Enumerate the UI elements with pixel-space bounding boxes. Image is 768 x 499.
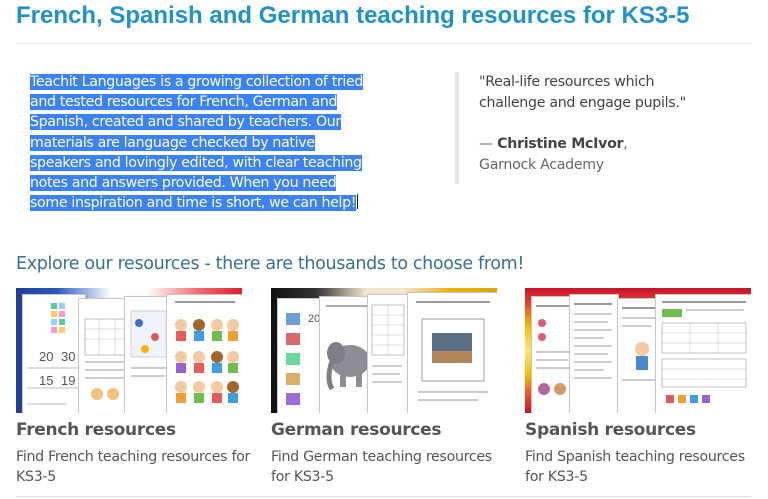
text-worksheet-graphic bbox=[574, 303, 612, 379]
worksheet-4 bbox=[407, 292, 497, 413]
spanish-resources-thumbnail[interactable] bbox=[525, 288, 751, 413]
author-name: Christine McIvor bbox=[497, 136, 624, 152]
worksheet-2 bbox=[569, 294, 619, 413]
thumb-number-15: 15 bbox=[39, 373, 54, 388]
intro-paragraph: Teachit Languages is a growing collectio… bbox=[30, 72, 370, 213]
thumb-number-30: 30 bbox=[61, 349, 76, 364]
spanish-resources-card[interactable]: Spanish resources Find Spanish teaching … bbox=[525, 288, 753, 485]
table-worksheet-graphic bbox=[371, 304, 405, 383]
character-worksheet-graphic bbox=[622, 307, 656, 381]
quote-bar bbox=[455, 72, 459, 184]
number-worksheet-graphic bbox=[27, 303, 81, 405]
german-resources-title[interactable]: German resources bbox=[271, 420, 442, 440]
photo-worksheet-graphic bbox=[416, 301, 490, 401]
bottom-divider bbox=[16, 496, 751, 497]
author-dash: — bbox=[479, 136, 498, 152]
explore-heading: Explore our resources - there are thousa… bbox=[16, 254, 525, 274]
worksheet-4 bbox=[655, 294, 751, 413]
german-resources-card[interactable]: 20 German resources Find German teaching… bbox=[271, 288, 499, 485]
french-resources-description: Find French teaching resources for KS3-5 bbox=[16, 449, 251, 485]
colour-table-graphic bbox=[661, 301, 747, 403]
testimonial-author: — Christine McIvor, Garnock Academy bbox=[479, 134, 739, 176]
page-title: French, Spanish and German teaching reso… bbox=[16, 2, 690, 29]
german-resources-thumbnail[interactable]: 20 bbox=[271, 288, 497, 413]
text-caret bbox=[357, 194, 359, 210]
worksheet-1: 20 30 15 19 bbox=[22, 294, 86, 413]
german-resources-description: Find German teaching resources for KS3-5 bbox=[271, 449, 492, 485]
french-resources-thumbnail[interactable]: 20 30 15 19 bbox=[16, 288, 242, 413]
worksheet-4 bbox=[166, 294, 242, 413]
cartoon-children-graphic bbox=[175, 301, 239, 403]
testimonial-quote: "Real-life resources which challenge and… bbox=[479, 74, 686, 111]
author-school: Garnock Academy bbox=[479, 157, 604, 173]
thumb-number-20: 20 bbox=[39, 349, 54, 364]
author-comma: , bbox=[623, 136, 628, 152]
title-divider bbox=[16, 43, 751, 44]
french-resources-card[interactable]: 20 30 15 19 French resources Find French… bbox=[16, 288, 250, 485]
worksheet-3 bbox=[367, 294, 409, 413]
spanish-resources-description: Find Spanish teaching resources for KS3-… bbox=[525, 449, 745, 485]
intro-selected-text[interactable]: Teachit Languages is a growing collectio… bbox=[30, 74, 363, 212]
thumb-number-19: 19 bbox=[61, 373, 76, 388]
spanish-resources-title[interactable]: Spanish resources bbox=[525, 420, 696, 440]
french-resources-title[interactable]: French resources bbox=[16, 420, 176, 440]
